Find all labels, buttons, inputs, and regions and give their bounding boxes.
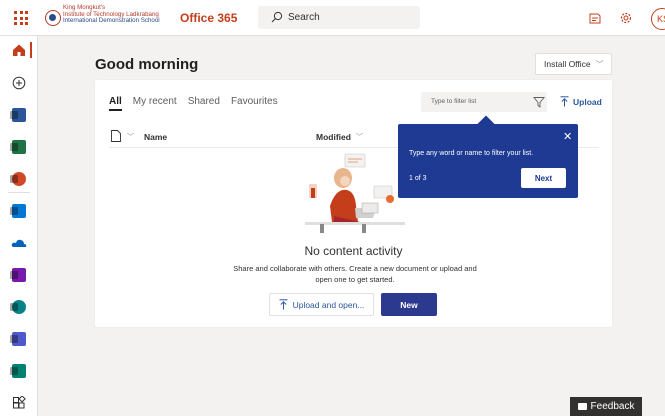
sharepoint-icon [10,300,26,314]
coachmark-next-button[interactable]: Next [521,168,566,188]
close-icon[interactable]: ✕ [563,130,572,143]
plus-circle-icon [12,76,26,90]
rail-divider [8,192,30,193]
all-apps-icon [13,396,26,409]
upload-icon [560,96,569,107]
avatar[interactable]: KS [651,8,665,30]
filter-coachmark: ✕ Type any word or name to filter your l… [398,124,578,198]
rail-item-onedrive[interactable] [0,231,38,255]
tab-favourites[interactable]: Favourites [231,96,278,107]
tab-my-recent[interactable]: My recent [133,96,177,107]
upload-label: Upload [573,96,602,107]
chevron-down-icon[interactable]: ﹀ [127,132,134,142]
column-modified[interactable]: Modified [316,132,351,142]
filter-icon[interactable] [533,96,545,108]
documents-card: All My recent Shared Favourites Type to … [95,80,612,327]
upload-icon [279,299,288,310]
rail-item-home[interactable] [0,38,38,62]
notes-icon[interactable] [588,11,602,25]
upload-button[interactable]: Upload [560,96,602,107]
empty-state-illustration [305,153,405,233]
teams-icon [10,332,26,346]
rail-item-word[interactable] [0,103,38,127]
settings-icon[interactable] [619,11,633,25]
rail-item-onenote[interactable] [0,263,38,287]
tab-all[interactable]: All [109,96,122,111]
search-box[interactable]: Search [258,6,420,29]
rail-item-sway[interactable] [0,359,38,383]
outlook-icon [10,204,26,218]
school-line-3: International Demonstration School [63,17,160,25]
chevron-down-icon: ﹀ [595,59,604,69]
onedrive-icon [11,239,27,247]
rail-item-powerpoint[interactable] [0,167,38,191]
excel-icon [10,140,26,154]
app-name[interactable]: Office 365 [180,11,237,25]
rail-item-all-apps[interactable] [0,391,38,415]
search-input[interactable]: Search [288,12,320,23]
new-document-button[interactable]: New [381,293,437,316]
install-office-button[interactable]: Install Office ﹀ [535,53,612,75]
rail-item-outlook[interactable] [0,199,38,223]
empty-state-title: No content activity [304,244,403,258]
coachmark-message: Type any word or name to filter your lis… [409,150,534,157]
rail-item-create[interactable] [0,71,38,95]
active-indicator [30,42,32,58]
tab-shared[interactable]: Shared [188,96,220,107]
column-name[interactable]: Name [144,132,167,142]
rail-item-teams[interactable] [0,327,38,351]
rail-item-excel[interactable] [0,135,38,159]
page-title: Good morning [95,56,199,73]
rail-item-sharepoint[interactable] [0,295,38,319]
install-office-label: Install Office [544,59,591,69]
top-bar: King Mongkut's Institute of Technology L… [0,0,665,36]
feedback-button[interactable]: Feedback [570,397,642,416]
school-logo-text[interactable]: King Mongkut's Institute of Technology L… [63,4,160,25]
filter-box[interactable]: Type to filter list [421,92,547,112]
home-icon [13,44,25,56]
filter-input[interactable]: Type to filter list [431,98,476,105]
upload-and-open-label: Upload and open... [292,299,365,310]
chat-icon [577,403,587,410]
school-seal-icon [45,10,61,26]
app-launcher-icon[interactable] [14,11,28,25]
feedback-label: Feedback [590,401,635,412]
file-type-icon[interactable] [111,130,121,142]
word-icon [10,108,26,122]
left-rail [0,36,38,416]
chevron-down-icon[interactable]: ﹀ [356,132,363,142]
document-tabs: All My recent Shared Favourites [109,96,278,111]
upload-and-open-button[interactable]: Upload and open... [269,293,374,316]
search-icon [271,11,283,23]
empty-state-description: Share and collaborate with others. Creat… [233,264,477,284]
powerpoint-icon [10,172,26,186]
onenote-icon [10,268,26,282]
coachmark-step-count: 1 of 3 [409,175,427,182]
sway-icon [10,364,26,378]
